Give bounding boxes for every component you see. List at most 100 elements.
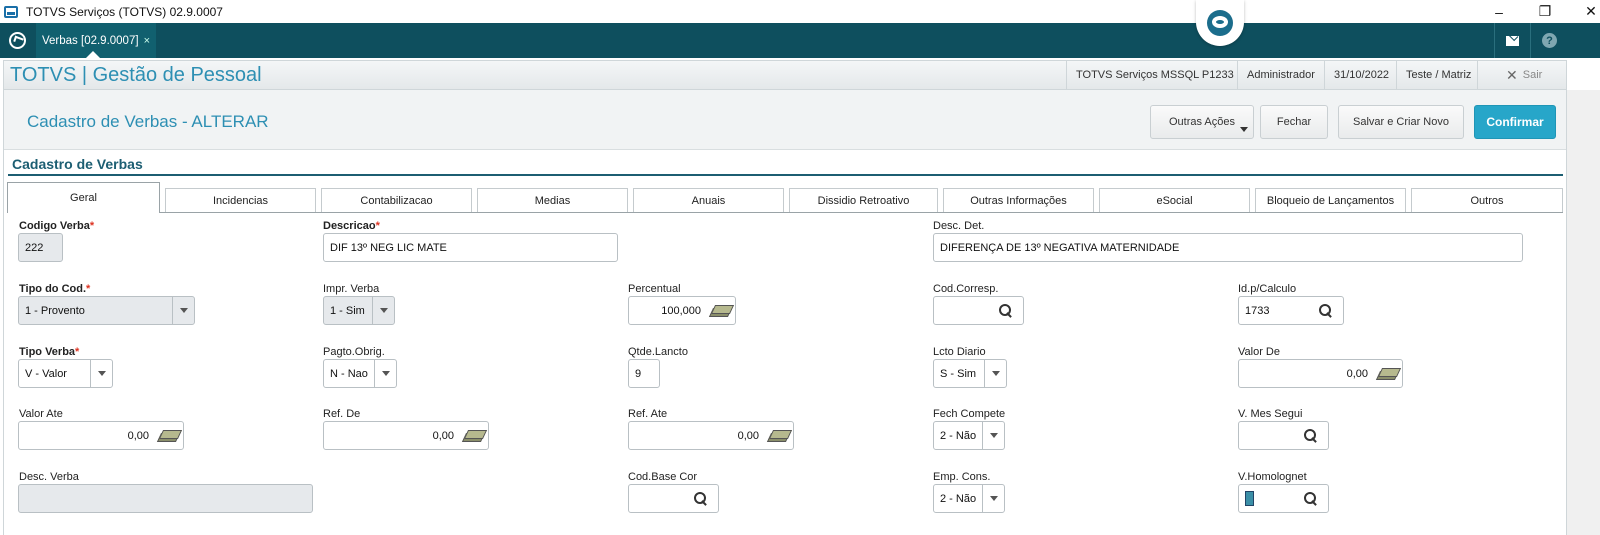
- v-homolognet-label: V.Homolognet: [1238, 471, 1307, 483]
- chevron-down-icon[interactable]: [90, 360, 112, 387]
- chevron-down-icon[interactable]: [982, 422, 1004, 449]
- tipo-verba-value: V - Valor: [25, 367, 67, 380]
- valor-de-value: 0,00: [1346, 367, 1368, 380]
- tipo-verba-select[interactable]: V - Valor: [18, 359, 113, 388]
- totvs-logo-icon[interactable]: [9, 32, 26, 49]
- lcto-diario-select[interactable]: S - Sim: [933, 359, 1007, 388]
- codigo-verba-field[interactable]: 222: [18, 233, 63, 262]
- help-icon: ?: [1542, 33, 1557, 48]
- calculator-money-icon[interactable]: [159, 430, 177, 441]
- tab-esocial[interactable]: eSocial: [1099, 188, 1250, 212]
- fech-compete-label: Fech Compete: [933, 408, 1006, 420]
- tab-medias[interactable]: Medias: [477, 188, 628, 212]
- fech-compete-select[interactable]: 2 - Não: [933, 421, 1005, 450]
- window-title: TOTVS Serviços (TOTVS) 02.9.0007: [26, 4, 223, 19]
- minimize-button[interactable]: –: [1476, 0, 1522, 23]
- tipo-cod-select[interactable]: 1 - Provento: [18, 296, 195, 325]
- descricao-field[interactable]: DIF 13º NEG LIC MATE: [323, 233, 618, 262]
- search-icon[interactable]: [1304, 429, 1318, 443]
- desc-verba-field[interactable]: [18, 484, 313, 513]
- user-info: Administrador: [1237, 61, 1324, 89]
- cod-corresp-field[interactable]: [933, 296, 1024, 325]
- id-calculo-label: Id.p/Calculo: [1238, 283, 1297, 295]
- tab-anuais[interactable]: Anuais: [633, 188, 784, 212]
- lcto-diario-value: S - Sim: [940, 367, 977, 380]
- cod-base-cor-label: Cod.Base Cor: [628, 471, 698, 483]
- calculator-money-icon[interactable]: [711, 305, 729, 316]
- tab-outros[interactable]: Outros: [1411, 188, 1563, 212]
- impr-verba-select[interactable]: 1 - Sim: [323, 296, 395, 325]
- mail-button[interactable]: [1494, 23, 1530, 58]
- salvar-criar-novo-button[interactable]: Salvar e Criar Novo: [1338, 105, 1464, 139]
- tab-geral[interactable]: Geral: [7, 182, 160, 213]
- fechar-button[interactable]: Fechar: [1260, 105, 1328, 139]
- desc-det-field[interactable]: DIFERENÇA DE 13º NEGATIVA MATERNIDADE: [933, 233, 1523, 262]
- sair-button[interactable]: ✕ Sair: [1506, 61, 1542, 89]
- calculator-money-icon[interactable]: [464, 430, 482, 441]
- vertical-scrollbar[interactable]: [1567, 90, 1600, 535]
- chevron-down-icon[interactable]: [374, 360, 396, 387]
- mail-icon: [1506, 35, 1519, 46]
- pagto-obrig-label: Pagto.Obrig.: [323, 346, 385, 358]
- chevron-down-icon[interactable]: [372, 297, 394, 324]
- help-button[interactable]: ?: [1530, 23, 1568, 58]
- tab-outras-informacoes[interactable]: Outras Informações: [943, 188, 1094, 212]
- tab-close-icon[interactable]: ×: [144, 35, 150, 47]
- page-title: Cadastro de Verbas - ALTERAR: [27, 112, 269, 131]
- tab-bloqueio-lancamentos[interactable]: Bloqueio de Lançamentos: [1255, 188, 1406, 212]
- close-window-button[interactable]: ✕: [1568, 0, 1600, 23]
- ref-ate-label: Ref. Ate: [628, 408, 668, 420]
- ref-de-field[interactable]: 0,00: [323, 421, 489, 450]
- branch-info[interactable]: Teste / Matriz: [1396, 61, 1480, 89]
- ref-de-value: 0,00: [432, 429, 454, 442]
- valor-ate-field[interactable]: 0,00: [18, 421, 184, 450]
- cod-corresp-label: Cod.Corresp.: [933, 283, 999, 295]
- chevron-down-icon[interactable]: [982, 485, 1004, 512]
- valor-de-field[interactable]: 0,00: [1238, 359, 1403, 388]
- tipo-cod-value: 1 - Provento: [25, 304, 85, 317]
- chevron-down-icon[interactable]: [984, 360, 1006, 387]
- desc-det-label: Desc. Det.: [933, 220, 985, 232]
- search-icon[interactable]: [694, 492, 708, 506]
- program-tab-bar: Verbas [02.9.0007] × ?: [0, 23, 1600, 58]
- action-bar: Cadastro de Verbas - ALTERAR Outras Açõe…: [4, 90, 1566, 150]
- qtde-lancto-label: Qtde.Lancto: [628, 346, 688, 358]
- exit-icon: ✕: [1506, 66, 1518, 83]
- impr-verba-label: Impr. Verba: [323, 283, 380, 295]
- text-cursor: [1245, 491, 1254, 506]
- v-homolognet-field[interactable]: [1238, 484, 1329, 513]
- fech-compete-value: 2 - Não: [940, 429, 977, 442]
- active-tab-indicator: [86, 51, 100, 58]
- tab-incidencias[interactable]: Incidencias: [165, 188, 316, 212]
- emp-cons-select[interactable]: 2 - Não: [933, 484, 1005, 513]
- id-calculo-value: 1733: [1245, 304, 1270, 317]
- date-info: 31/10/2022: [1324, 61, 1398, 89]
- emp-cons-value: 2 - Não: [940, 492, 977, 505]
- search-icon[interactable]: [1319, 304, 1333, 318]
- search-icon[interactable]: [1304, 492, 1318, 506]
- percentual-field[interactable]: 100,000: [628, 296, 736, 325]
- tab-dissidio-retroativo[interactable]: Dissidio Retroativo: [789, 188, 938, 212]
- chat-assistant-button[interactable]: [1196, 0, 1244, 46]
- calculator-money-icon[interactable]: [769, 430, 787, 441]
- calculator-money-icon[interactable]: [1378, 368, 1396, 379]
- ref-ate-field[interactable]: 0,00: [628, 421, 794, 450]
- codigo-verba-label: Codigo Verba*: [19, 220, 95, 232]
- v-mes-segui-field[interactable]: [1238, 421, 1329, 450]
- lcto-diario-label: Lcto Diario: [933, 346, 986, 358]
- restore-button[interactable]: ❐: [1522, 0, 1568, 23]
- outras-acoes-button[interactable]: Outras Ações: [1150, 105, 1254, 139]
- app-title: TOTVS | Gestão de Pessoal: [10, 64, 262, 86]
- confirmar-button[interactable]: Confirmar: [1474, 105, 1556, 139]
- chevron-down-icon[interactable]: [172, 297, 194, 324]
- cod-base-cor-field[interactable]: [628, 484, 719, 513]
- tab-contabilizacao[interactable]: Contabilizacao: [321, 188, 472, 212]
- pagto-obrig-select[interactable]: N - Nao: [323, 359, 397, 388]
- tipo-cod-label: Tipo do Cod.*: [19, 283, 91, 295]
- search-icon[interactable]: [999, 304, 1013, 318]
- id-calculo-field[interactable]: 1733: [1238, 296, 1344, 325]
- qtde-lancto-field[interactable]: 9: [628, 359, 660, 388]
- section-divider: [8, 174, 1563, 176]
- app-header: TOTVS | Gestão de Pessoal TOTVS Serviços…: [3, 60, 1567, 90]
- v-mes-segui-label: V. Mes Segui: [1238, 408, 1303, 420]
